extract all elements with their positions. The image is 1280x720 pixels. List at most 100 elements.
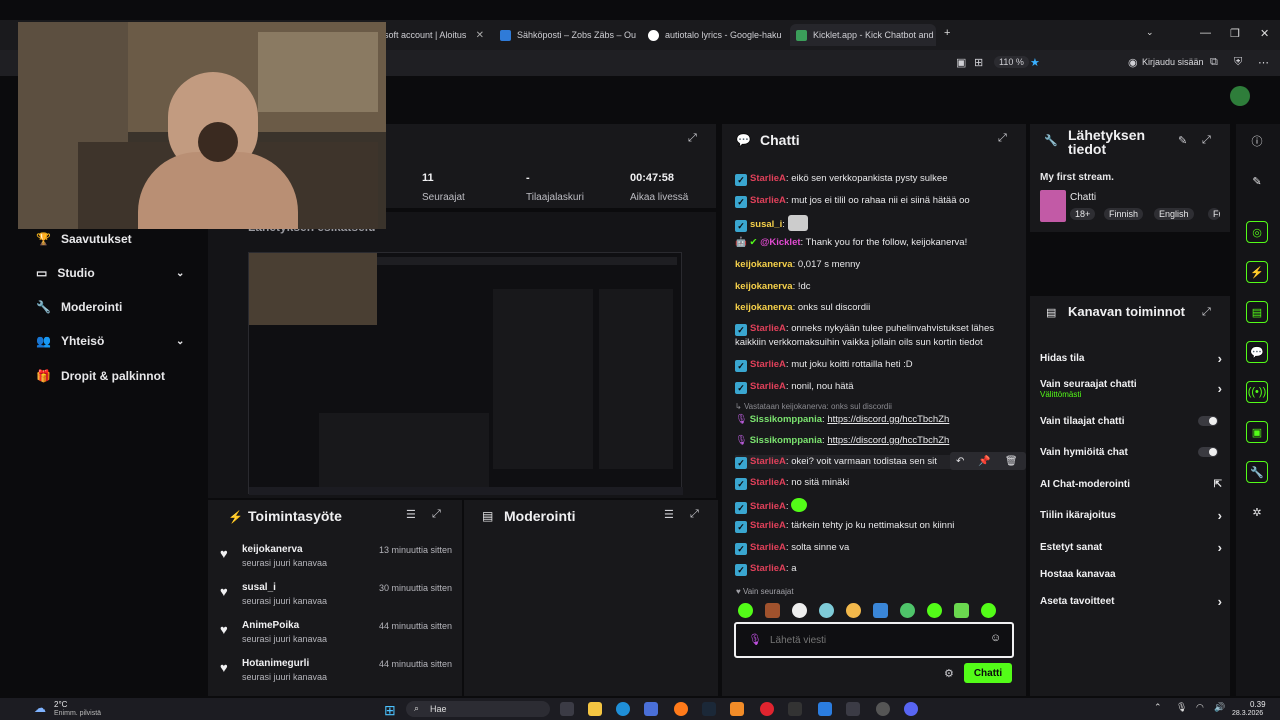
discord-icon[interactable] bbox=[904, 702, 918, 716]
chat-username[interactable]: Sissikomppania bbox=[750, 414, 822, 425]
chat-message[interactable]: 🤖 ✔ @Kicklet: Thank you for the follow, … bbox=[735, 236, 1020, 249]
chat-message[interactable]: ✓ susal_i: bbox=[735, 215, 1020, 232]
feed-username[interactable]: susal_i bbox=[242, 582, 276, 593]
store-icon[interactable] bbox=[644, 702, 658, 716]
signin-button[interactable]: Kirjaudu sisään bbox=[1142, 57, 1204, 67]
send-chat-button[interactable]: Chatti bbox=[964, 663, 1012, 683]
lightning-icon[interactable]: ⚡ bbox=[1246, 261, 1268, 283]
chat-message[interactable]: keijokanerva: !dc bbox=[735, 280, 1020, 293]
feed-username[interactable]: keijokanerva bbox=[242, 544, 303, 555]
action-ai-moderation[interactable]: AI Chat-moderointi ⇱ bbox=[1040, 479, 1222, 490]
chat-message[interactable]: ✓ StarlieA: mut joku koitti rottailla het… bbox=[735, 358, 1020, 372]
new-tab-icon[interactable]: + bbox=[944, 27, 950, 39]
clock-time[interactable]: 0.39 bbox=[1250, 700, 1266, 709]
apps-icon[interactable]: ✲ bbox=[1246, 501, 1268, 523]
chat-username[interactable]: StarlieA bbox=[750, 520, 786, 531]
chat-username[interactable]: keijokanerva bbox=[735, 302, 793, 313]
chat-icon[interactable]: 💬 bbox=[1246, 341, 1268, 363]
edge-icon[interactable] bbox=[616, 702, 630, 716]
chat-username[interactable]: StarlieA bbox=[750, 563, 786, 574]
chat-username[interactable]: StarlieA bbox=[750, 456, 786, 467]
chat-username[interactable]: StarlieA bbox=[750, 359, 786, 370]
file-explorer-icon[interactable] bbox=[588, 702, 602, 716]
chat-message[interactable]: ✓ StarlieA: onneks nykyään tulee puhelinv… bbox=[735, 322, 1020, 349]
chat-message[interactable]: 🎙 Sissikomppania: https://discord.gg/hcc… bbox=[735, 434, 1020, 447]
tray-chevron-icon[interactable]: ⌃ bbox=[1154, 702, 1162, 713]
chat-username[interactable]: StarlieA bbox=[750, 542, 786, 553]
chat-username[interactable]: StarlieA bbox=[750, 173, 786, 184]
settings-gear-icon[interactable]: ⚙ bbox=[944, 667, 954, 680]
expand-icon[interactable]: ⤢ bbox=[998, 132, 1007, 145]
taskbar-search[interactable]: ⌕ Hae bbox=[406, 701, 550, 717]
scan-icon[interactable]: ◎ bbox=[1246, 221, 1268, 243]
restore-icon[interactable]: ❐ bbox=[1230, 27, 1240, 40]
subs-only-toggle[interactable] bbox=[1198, 416, 1218, 426]
browser-tab[interactable]: autiotalo lyrics - Google-haku ✕ bbox=[642, 24, 788, 46]
category-name[interactable]: Chatti bbox=[1070, 192, 1096, 203]
emote-icon[interactable] bbox=[846, 603, 861, 618]
feed-username[interactable]: AnimePoika bbox=[242, 620, 299, 631]
chat-username[interactable]: StarlieA bbox=[750, 477, 786, 488]
window-close-icon[interactable]: ✕ bbox=[1260, 27, 1269, 40]
emote-only-toggle[interactable] bbox=[1198, 447, 1218, 457]
sidebar-item-community[interactable]: 👥 Yhteisö ⌄ bbox=[36, 334, 184, 348]
panel-icon[interactable]: ▣ bbox=[1246, 421, 1268, 443]
chat-message[interactable]: keijokanerva: onks sul discordii bbox=[735, 301, 1020, 314]
browser-tab-active[interactable]: Kicklet.app - Kick Chatbot and C ✕ bbox=[790, 24, 936, 46]
chat-message[interactable]: keijokanerva: 0,017 s menny bbox=[735, 258, 1020, 271]
windows-start-icon[interactable]: ⊞ bbox=[384, 702, 396, 719]
sidebar-item-drops[interactable]: 🎁 Dropit & palkinnot bbox=[36, 369, 165, 383]
emote-icon[interactable] bbox=[792, 603, 807, 618]
filter-icon[interactable]: ☰ bbox=[406, 508, 416, 521]
preview-video[interactable] bbox=[248, 252, 683, 495]
chat-username[interactable]: keijokanerva bbox=[735, 259, 793, 270]
chat-username[interactable]: @Kicklet bbox=[760, 237, 800, 248]
chat-username[interactable]: StarlieA bbox=[750, 195, 786, 206]
network-icon[interactable]: ◠ bbox=[1196, 702, 1204, 713]
chat-username[interactable]: StarlieA bbox=[750, 381, 786, 392]
emote-icon[interactable] bbox=[927, 603, 942, 618]
more-menu-icon[interactable]: ⋯ bbox=[1258, 56, 1269, 69]
task-view-icon[interactable] bbox=[560, 702, 574, 716]
chat-message[interactable]: ✓ StarlieA: no sitä minäki bbox=[735, 476, 1020, 490]
action-host-channel[interactable]: Hostaa kanavaa bbox=[1040, 569, 1222, 580]
action-emote-only[interactable]: Vain hymiöitä chat bbox=[1040, 447, 1222, 458]
feed-username[interactable]: Hotanimegurli bbox=[242, 658, 309, 669]
emote-icon[interactable] bbox=[819, 603, 834, 618]
steam-icon[interactable] bbox=[702, 702, 716, 716]
action-blocked-words[interactable]: Estetyt sanat › bbox=[1040, 540, 1222, 555]
chat-message[interactable]: 🎙 Sissikomppania: https://discord.gg/hcc… bbox=[735, 413, 1020, 426]
microphone-icon[interactable]: 🎙 bbox=[1176, 702, 1187, 713]
app-icon[interactable] bbox=[846, 702, 860, 716]
pin-icon[interactable]: 📌 bbox=[978, 456, 990, 467]
chat-message[interactable]: ✓ StarlieA: solta sinne va bbox=[735, 541, 1020, 555]
browser-tab[interactable]: Sähköposti – Zobs Zäbs – Outlo ✕ bbox=[494, 24, 636, 46]
clock-date[interactable]: 28.3.2026 bbox=[1232, 710, 1263, 717]
emote-icon[interactable] bbox=[981, 603, 996, 618]
expand-icon[interactable]: ⤢ bbox=[688, 132, 697, 145]
volume-icon[interactable]: 🔊 bbox=[1214, 702, 1225, 713]
firefox-icon[interactable] bbox=[674, 702, 688, 716]
chat-input[interactable] bbox=[770, 632, 980, 648]
extensions-icon[interactable]: ⧉ bbox=[1210, 56, 1218, 69]
trash-icon[interactable]: 🗑 bbox=[1005, 456, 1018, 467]
chat-username[interactable]: StarlieA bbox=[750, 323, 786, 334]
emote-icon[interactable] bbox=[765, 603, 780, 618]
chat-message[interactable]: ✓ StarlieA: eikö sen verkkopankista pysty… bbox=[735, 172, 1020, 186]
wrench-icon[interactable]: 🔧 bbox=[1246, 461, 1268, 483]
emoji-icon[interactable]: ☺ bbox=[990, 632, 1001, 644]
chat-message[interactable]: ✓ StarlieA: a bbox=[735, 562, 1020, 576]
avatar[interactable] bbox=[1230, 86, 1250, 106]
chat-message[interactable]: ✓ StarlieA: tärkein tehty jo ku nettimaks… bbox=[735, 519, 1020, 533]
chat-link[interactable]: https://discord.gg/hccTbchZh bbox=[827, 414, 949, 425]
chat-message[interactable]: ✓ StarlieA: nonil, nou hätä bbox=[735, 380, 1020, 394]
zoom-indicator[interactable]: 110 % bbox=[994, 56, 1029, 68]
sidebar-item-studio[interactable]: ▭ Studio ⌄ bbox=[36, 266, 184, 280]
obs-icon[interactable] bbox=[876, 702, 890, 716]
browser-tab[interactable]: soft account | Aloitus ✕ bbox=[378, 24, 490, 46]
reader-icon[interactable]: ⊞ bbox=[974, 56, 983, 69]
chat-link[interactable]: https://discord.gg/hccTbchZh bbox=[827, 435, 949, 446]
action-set-goals[interactable]: Aseta tavoitteet › bbox=[1040, 594, 1222, 609]
emote-icon[interactable] bbox=[873, 603, 888, 618]
reply-icon[interactable]: ↶ bbox=[956, 456, 964, 467]
